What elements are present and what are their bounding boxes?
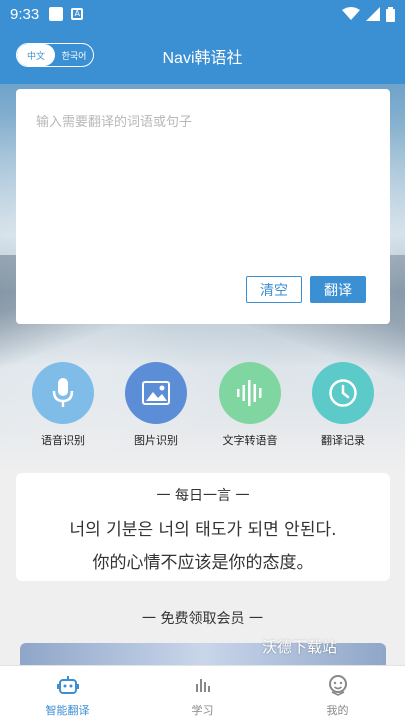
- smile-icon: [328, 675, 347, 696]
- feature-label: 翻译记录: [321, 434, 365, 447]
- image-icon: [142, 381, 170, 405]
- battery-icon: [386, 6, 395, 22]
- nav-label: 我的: [326, 704, 349, 717]
- feature-image-recognition[interactable]: 图片识别: [111, 362, 201, 448]
- notification-icon: [49, 7, 64, 21]
- notification-app-icon: A: [71, 8, 84, 20]
- feature-label: 语音识别: [41, 434, 85, 447]
- soundwave-icon: [237, 380, 262, 406]
- status-time: 9:33: [10, 5, 40, 23]
- cellular-icon: [366, 7, 380, 21]
- nav-label: 学习: [191, 704, 214, 717]
- daily-quote-korean: 너의 기분은 너의 태도가 되면 안된다.: [69, 520, 337, 540]
- feature-history-circle[interactable]: [312, 362, 374, 424]
- daily-quote-chinese: 你的心情不应该是你的态度。: [92, 553, 314, 573]
- bottom-nav: 智能翻译 学习 我的: [0, 665, 405, 720]
- translate-button[interactable]: 翻译: [310, 276, 366, 303]
- nav-label: 智能翻译: [45, 704, 90, 717]
- nav-item-study[interactable]: 学习: [135, 666, 270, 720]
- translate-input[interactable]: [16, 89, 390, 269]
- microphone-icon: [52, 378, 74, 407]
- status-bar: 9:33 A: [0, 0, 405, 28]
- free-membership-title: 一 免费领取会员 一: [142, 611, 263, 627]
- app-header: 中文 한국어 Navi韩语社: [0, 28, 405, 84]
- watermark-text: 沃德下载站: [262, 638, 338, 656]
- robot-icon: [56, 676, 79, 694]
- wifi-icon: [342, 7, 360, 20]
- feature-tts-circle[interactable]: [219, 362, 281, 424]
- nav-item-mine[interactable]: 我的: [270, 666, 405, 720]
- feature-voice-circle[interactable]: [32, 362, 94, 424]
- page-title: Navi韩语社: [162, 50, 243, 67]
- daily-quote-title: 一 每日一言 一: [156, 488, 250, 504]
- nav-item-translate[interactable]: 智能翻译: [0, 666, 135, 720]
- feature-text-to-speech[interactable]: 文字转语音: [205, 362, 295, 448]
- feature-label: 文字转语音: [222, 434, 278, 447]
- daily-quote-card: 一 每日一言 一 너의 기분은 너의 태도가 되면 안된다. 你的心情不应该是你…: [16, 473, 390, 581]
- feature-label: 图片识别: [134, 434, 178, 447]
- translate-card: 清空 翻译: [16, 89, 390, 324]
- clear-button[interactable]: 清空: [246, 276, 302, 303]
- feature-translation-history[interactable]: 翻译记录: [298, 362, 388, 448]
- feature-image-circle[interactable]: [125, 362, 187, 424]
- clock-icon: [329, 379, 357, 407]
- bars-icon: [195, 679, 210, 692]
- feature-voice-recognition[interactable]: 语音识别: [18, 362, 108, 448]
- feature-row: 语音识别 图片识别 文字转语音 翻译记录: [0, 362, 405, 452]
